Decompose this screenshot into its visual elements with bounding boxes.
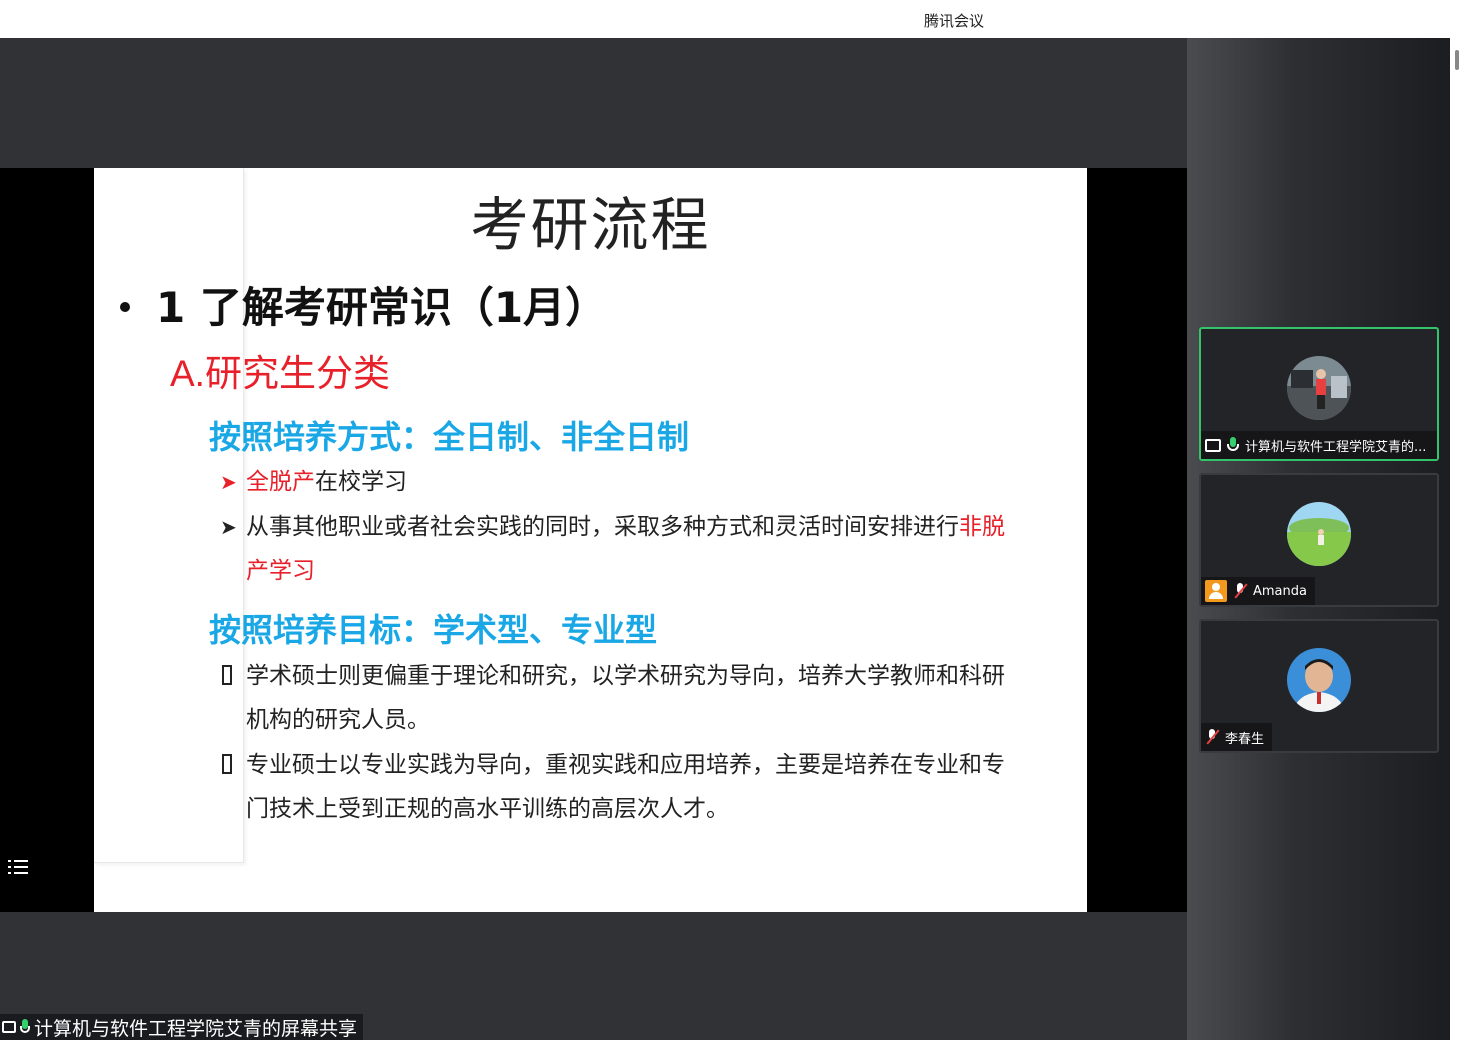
- mic-muted-icon: [1233, 583, 1248, 599]
- section-a: A.研究生分类: [170, 343, 390, 397]
- bullet-heading-text: 1 了解考研常识（1月）: [156, 283, 608, 332]
- item-text: 从事其他职业或者社会实践的同时，采取多种方式和灵活时间安排进行: [246, 514, 959, 540]
- checkbox-glyph-icon: [222, 665, 232, 685]
- list-menu-button[interactable]: [0, 848, 38, 886]
- scrollbar-thumb[interactable]: [1455, 50, 1459, 70]
- screen-share-label: 计算机与软件工程学院艾青的屏幕共享: [0, 1014, 364, 1040]
- shared-slide: 考研流程 1 了解考研常识（1月） A.研究生分类 按照培养方式：全日制、非全日…: [94, 168, 1087, 912]
- participant-tile[interactable]: Amanda: [1199, 473, 1439, 607]
- participant-tile[interactable]: 李春生: [1199, 619, 1439, 753]
- participant-tile[interactable]: 计算机与软件工程学院艾青的...: [1199, 327, 1439, 461]
- item-text-cont: 门技术上受到正规的高水平训练的高层次人才。: [246, 796, 729, 822]
- avatar: [1287, 648, 1351, 712]
- checkbox-glyph-icon: [222, 754, 232, 774]
- subheading-goal: 按照培养目标：学术型、专业型: [209, 611, 658, 649]
- list-item: ➤ 从事其他职业或者社会实践的同时，采取多种方式和灵活时间安排进行非脱 产学习: [220, 505, 1070, 593]
- avatar: [1287, 502, 1351, 566]
- screen-share-icon: [2, 1021, 16, 1033]
- list-item: ➤ 全脱产在校学习: [220, 460, 407, 504]
- list-item: 专业硕士以专业实践为导向，重视实践和应用培养，主要是培养在专业和专 门技术上受到…: [220, 743, 1070, 831]
- item-text: 专业硕士以专业实践为导向，重视实践和应用培养，主要是培养在专业和专: [246, 752, 1005, 778]
- arrow-icon: ➤: [220, 470, 237, 494]
- scrollbar[interactable]: [1450, 38, 1462, 1040]
- participant-name: Amanda: [1253, 583, 1307, 599]
- slide-title: 考研流程: [470, 191, 711, 259]
- arrow-icon: ➤: [220, 515, 237, 539]
- item-red-text: 非脱: [959, 514, 1005, 540]
- list-item: 学术硕士则更偏重于理论和研究，以学术研究为导向，培养大学教师和科研 机构的研究人…: [220, 654, 1070, 742]
- bullet-dot-icon: [120, 301, 130, 312]
- subheading-mode: 按照培养方式：全日制、非全日制: [209, 418, 690, 456]
- participant-name-tag: 计算机与软件工程学院艾青的...: [1201, 431, 1437, 459]
- app-title: 腾讯会议: [923, 12, 984, 30]
- mic-icon: [20, 1019, 30, 1035]
- avatar: [1287, 356, 1351, 420]
- participant-name: 计算机与软件工程学院艾青的...: [1245, 439, 1427, 455]
- mic-muted-icon: [1205, 729, 1220, 745]
- participant-name: 李春生: [1225, 731, 1265, 747]
- section-a-letter: A.: [170, 353, 205, 394]
- item-text-cont: 机构的研究人员。: [246, 707, 430, 733]
- item-red-text-cont: 产学习: [246, 558, 315, 584]
- screen-share-icon: [1205, 438, 1221, 452]
- mic-icon: [1227, 437, 1239, 453]
- screen-share-text: 计算机与软件工程学院艾青的屏幕共享: [34, 1017, 358, 1040]
- participant-name-tag: Amanda: [1201, 577, 1315, 605]
- user-icon: [1205, 580, 1227, 602]
- participant-name-tag: 李春生: [1201, 723, 1273, 751]
- section-a-text: 研究生分类: [204, 352, 390, 395]
- item-red-text: 全脱产: [246, 469, 315, 495]
- item-text: 在校学习: [315, 469, 407, 495]
- title-bar: 腾讯会议: [0, 0, 1462, 38]
- item-text: 学术硕士则更偏重于理论和研究，以学术研究为导向，培养大学教师和科研: [246, 663, 1005, 689]
- bullet-heading: 1 了解考研常识（1月）: [120, 274, 607, 335]
